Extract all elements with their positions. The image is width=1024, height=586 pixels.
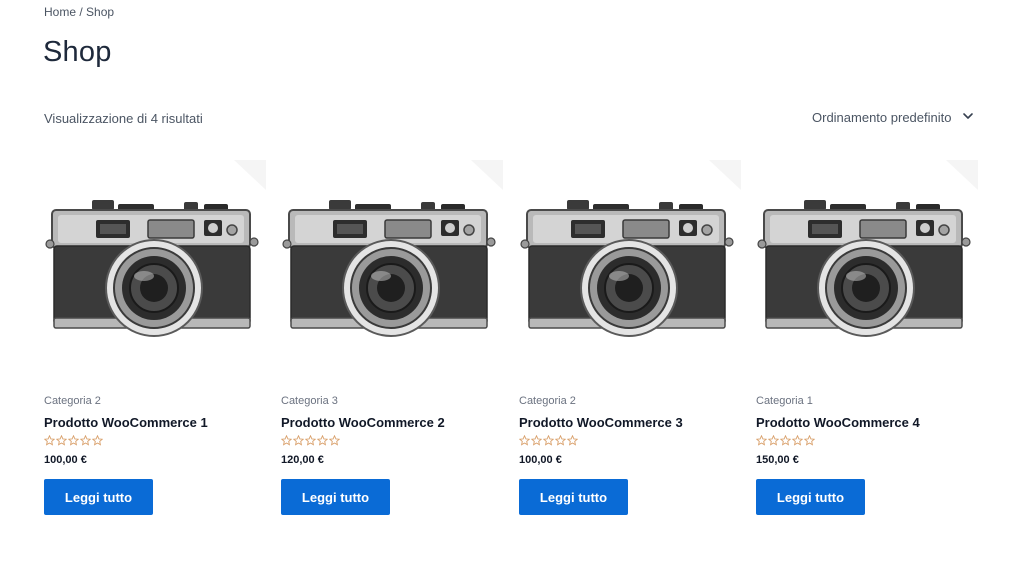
- product-category-link[interactable]: Categoria 2: [519, 395, 576, 407]
- star-outline-icon: [80, 435, 91, 446]
- star-outline-icon: [543, 435, 554, 446]
- read-more-button[interactable]: Leggi tutto: [44, 479, 153, 515]
- star-outline-icon: [768, 435, 779, 446]
- product-price: 150,00 €: [756, 454, 799, 466]
- product-image-link[interactable]: [519, 160, 741, 362]
- star-outline-icon: [780, 435, 791, 446]
- star-outline-icon: [329, 435, 340, 446]
- ordering-select[interactable]: Ordinamento predefinito: [812, 108, 980, 126]
- breadcrumb-separator: /: [76, 5, 87, 19]
- product-image-link[interactable]: [756, 160, 978, 362]
- product-card: Categoria 2 Prodotto WooCommerce 1 100,00 …: [44, 160, 266, 515]
- breadcrumb: Home / Shop: [44, 5, 114, 19]
- product-image-link[interactable]: [281, 160, 503, 362]
- product-category-link[interactable]: Categoria 1: [756, 395, 813, 407]
- star-outline-icon: [756, 435, 767, 446]
- star-rating: [44, 435, 103, 447]
- star-rating: [281, 435, 340, 447]
- star-outline-icon: [56, 435, 67, 446]
- star-outline-icon: [555, 435, 566, 446]
- product-card: Categoria 2 Prodotto WooCommerce 3 100,00 …: [519, 160, 741, 515]
- product-price: 100,00 €: [44, 454, 87, 466]
- breadcrumb-current: Shop: [86, 5, 115, 19]
- product-card: Categoria 1 Prodotto WooCommerce 4 150,00 …: [756, 160, 978, 515]
- star-outline-icon: [317, 435, 328, 446]
- breadcrumb-home-link[interactable]: Home: [44, 5, 76, 19]
- star-outline-icon: [293, 435, 304, 446]
- product-card: Categoria 3 Prodotto WooCommerce 2 120,00 …: [281, 160, 503, 515]
- star-outline-icon: [44, 435, 55, 446]
- product-image-link[interactable]: [44, 160, 266, 362]
- product-image: [44, 160, 266, 362]
- star-rating: [756, 435, 815, 447]
- star-outline-icon: [281, 435, 292, 446]
- star-outline-icon: [792, 435, 803, 446]
- page-title: Shop: [43, 36, 112, 68]
- star-outline-icon: [567, 435, 578, 446]
- star-outline-icon: [92, 435, 103, 446]
- product-category-link[interactable]: Categoria 3: [281, 395, 338, 407]
- star-outline-icon: [804, 435, 815, 446]
- product-title-link[interactable]: Prodotto WooCommerce 1: [44, 415, 208, 430]
- product-title-link[interactable]: Prodotto WooCommerce 2: [281, 415, 445, 430]
- product-price: 120,00 €: [281, 454, 324, 466]
- read-more-button[interactable]: Leggi tutto: [281, 479, 390, 515]
- product-price: 100,00 €: [519, 454, 562, 466]
- star-outline-icon: [68, 435, 79, 446]
- product-title-link[interactable]: Prodotto WooCommerce 3: [519, 415, 683, 430]
- product-category-link[interactable]: Categoria 2: [44, 395, 101, 407]
- star-outline-icon: [531, 435, 542, 446]
- product-image: [756, 160, 978, 362]
- product-image: [281, 160, 503, 362]
- ordering-selected-label: Ordinamento predefinito: [812, 109, 952, 125]
- read-more-button[interactable]: Leggi tutto: [519, 479, 628, 515]
- star-rating: [519, 435, 578, 447]
- result-count: Visualizzazione di 4 risultati: [44, 111, 203, 126]
- star-outline-icon: [305, 435, 316, 446]
- read-more-button[interactable]: Leggi tutto: [756, 479, 865, 515]
- product-image: [519, 160, 741, 362]
- product-title-link[interactable]: Prodotto WooCommerce 4: [756, 415, 920, 430]
- star-outline-icon: [519, 435, 530, 446]
- chevron-down-icon: [963, 113, 973, 119]
